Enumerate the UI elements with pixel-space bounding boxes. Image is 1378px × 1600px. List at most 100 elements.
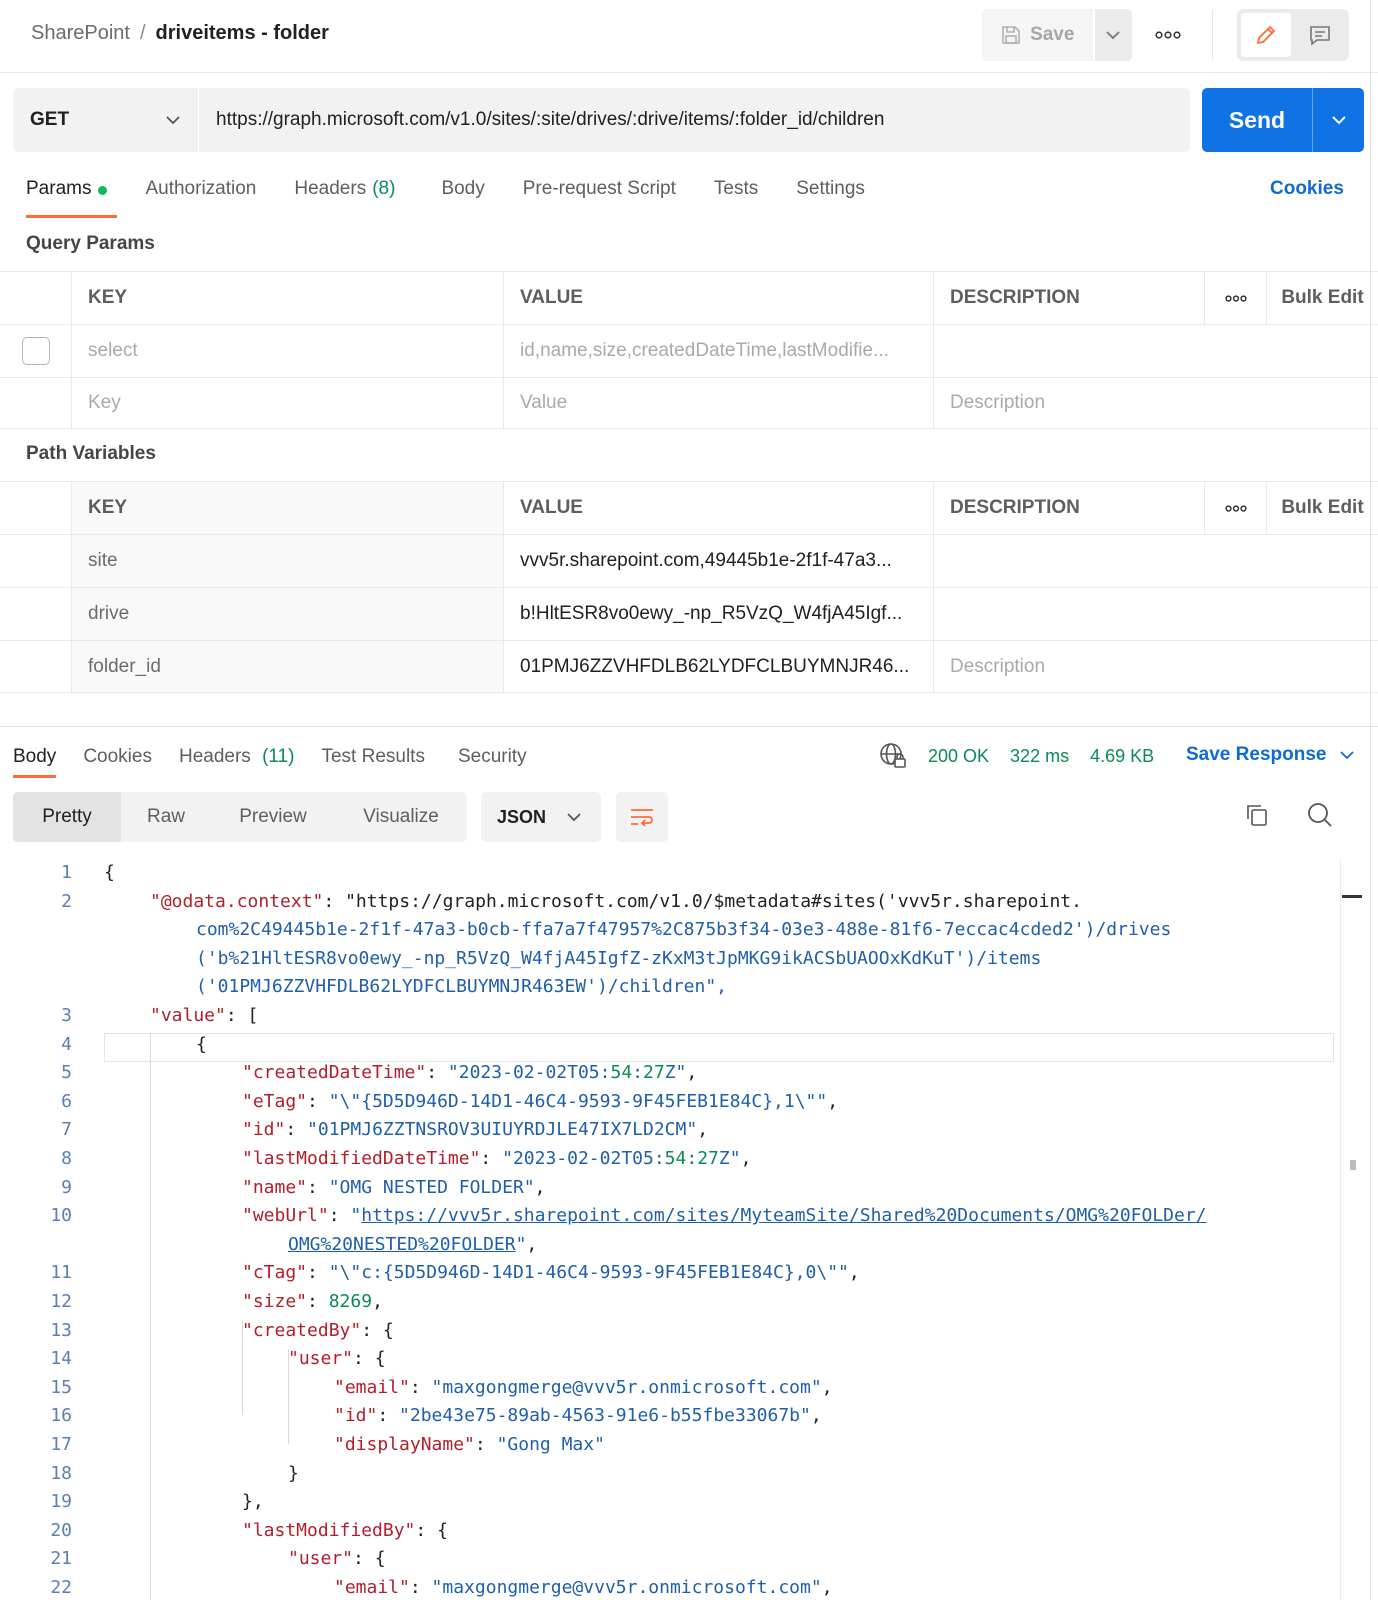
- request-name[interactable]: driveitems - folder: [156, 22, 329, 45]
- comment-icon: [1310, 26, 1330, 46]
- table-row-new: Key Value Description: [0, 377, 1378, 429]
- more-actions-button[interactable]: [1150, 22, 1186, 48]
- tab-prerequest-script[interactable]: Pre-request Script: [523, 178, 676, 218]
- tab-settings[interactable]: Settings: [796, 178, 865, 218]
- description-column-header: DESCRIPTION: [933, 482, 1204, 534]
- request-tabs: Params Authorization Headers (8) Body Pr…: [26, 178, 903, 218]
- param-enable-checkbox[interactable]: [21, 337, 50, 365]
- globe-lock-icon[interactable]: [879, 742, 907, 770]
- path-value-input[interactable]: b!HltESR8vo0ewy_-np_R5VzQ_W4fjA45Igf...: [503, 588, 933, 640]
- query-params-table: KEY VALUE DESCRIPTION Bulk Edit select i…: [0, 271, 1378, 429]
- code-text: "eTag": "\"{5D5D946D-14D1-46C4-9593-9F45…: [242, 1090, 839, 1112]
- line-number: 22: [50, 1577, 72, 1598]
- tab-security[interactable]: Security: [458, 746, 527, 778]
- chevron-down-icon: [1340, 750, 1355, 759]
- tab-test-results[interactable]: Test Results: [321, 746, 424, 778]
- path-value-input[interactable]: vvv5r.sharepoint.com,49445b1e-2f1f-47a3.…: [503, 535, 933, 587]
- tab-raw[interactable]: Raw: [121, 792, 211, 842]
- line-number: 5: [61, 1062, 72, 1084]
- search-button[interactable]: [1307, 802, 1333, 833]
- tab-authorization-label: Authorization: [145, 178, 257, 199]
- tab-authorization[interactable]: Authorization: [145, 178, 256, 218]
- code-text: "size": 8269,: [242, 1291, 383, 1312]
- tab-visualize[interactable]: Visualize: [335, 792, 467, 842]
- tab-params[interactable]: Params: [26, 178, 118, 218]
- code-text: "@odata.context": "https://graph.microso…: [150, 890, 1082, 912]
- tab-pretty[interactable]: Pretty: [13, 792, 121, 842]
- more-horizontal-icon: [1224, 294, 1247, 302]
- line-number: 20: [50, 1519, 72, 1541]
- param-key-input[interactable]: select: [71, 325, 503, 377]
- save-button[interactable]: Save: [982, 9, 1093, 61]
- line-number: 16: [50, 1405, 72, 1427]
- path-key: site: [71, 535, 503, 587]
- save-response-button[interactable]: Save Response: [1186, 744, 1355, 766]
- tab-body[interactable]: Body: [441, 178, 484, 218]
- path-description-input[interactable]: Description: [933, 641, 1204, 692]
- cookies-link[interactable]: Cookies: [1270, 178, 1344, 200]
- path-description-input[interactable]: [933, 535, 1204, 587]
- chevron-down-icon: [567, 812, 581, 821]
- row-checkbox-cell: [0, 325, 71, 377]
- status-code[interactable]: 200 OK: [928, 746, 989, 767]
- path-description-input[interactable]: [933, 588, 1204, 640]
- save-options-button[interactable]: [1094, 9, 1132, 61]
- line-number: 7: [61, 1119, 72, 1141]
- code-text: "createdDateTime": "2023-02-02T05:54:27Z…: [242, 1062, 698, 1084]
- breadcrumb-collection[interactable]: SharePoint: [31, 22, 130, 45]
- tab-preview[interactable]: Preview: [211, 792, 335, 842]
- editor-scrollbar[interactable]: [1340, 858, 1341, 1600]
- line-number: 15: [50, 1376, 72, 1398]
- tab-headers[interactable]: Headers (8): [294, 178, 395, 218]
- table-row: folder_id 01PMJ6ZZVHFDLB62LYDFCLBUYMNJR4…: [0, 640, 1378, 693]
- line-number: 9: [61, 1176, 72, 1198]
- param-description-input[interactable]: [933, 325, 1204, 377]
- scrollbar-thumb[interactable]: [1350, 1160, 1356, 1170]
- send-options-button[interactable]: [1312, 88, 1364, 152]
- bulk-edit-button[interactable]: Bulk Edit: [1266, 482, 1378, 534]
- tab-response-headers[interactable]: Headers (11): [179, 746, 295, 778]
- method-select[interactable]: GET: [13, 88, 198, 152]
- tab-params-label: Params: [26, 178, 92, 199]
- copy-button[interactable]: [1244, 802, 1270, 833]
- code-text: ('01PMJ6ZZVHFDLB62LYDFCLBUYMNJR463EW')/c…: [196, 976, 728, 998]
- path-value-input[interactable]: 01PMJ6ZZVHFDLB62LYDFCLBUYMNJR46...: [503, 641, 933, 692]
- wrap-lines-button[interactable]: [616, 792, 668, 842]
- column-options-button[interactable]: [1204, 482, 1266, 534]
- code-text: }: [288, 1462, 299, 1484]
- send-button[interactable]: Send: [1202, 107, 1312, 134]
- pencil-icon: [1256, 25, 1276, 45]
- comments-button[interactable]: [1295, 13, 1345, 57]
- tab-response-body[interactable]: Body: [13, 746, 57, 778]
- line-number: 19: [50, 1491, 72, 1513]
- line-number: 3: [61, 1005, 72, 1026]
- format-select[interactable]: JSON: [481, 792, 601, 842]
- line-number: 11: [50, 1262, 72, 1284]
- send-button-group: Send: [1202, 88, 1364, 152]
- column-options-button[interactable]: [1204, 272, 1266, 324]
- url-input[interactable]: https://graph.microsoft.com/v1.0/sites/:…: [199, 88, 1190, 152]
- bulk-edit-button[interactable]: Bulk Edit: [1266, 272, 1378, 324]
- new-key-input[interactable]: Key: [71, 378, 503, 428]
- key-column-header: KEY: [71, 482, 503, 534]
- code-text: "lastModifiedDateTime": "2023-02-02T05:5…: [242, 1148, 752, 1169]
- code-text: "displayName": "Gong Max": [334, 1434, 605, 1455]
- new-description-input[interactable]: Description: [933, 378, 1204, 428]
- line-number: 1: [61, 862, 72, 883]
- response-body-editor[interactable]: 1 {2 "@odata.context": "https://graph.micr…: [0, 858, 1336, 1600]
- response-time[interactable]: 322 ms: [1010, 746, 1069, 767]
- tab-response-cookies[interactable]: Cookies: [83, 746, 152, 778]
- param-value-input[interactable]: id,name,size,createdDateTime,lastModifie…: [503, 325, 933, 377]
- pane-divider[interactable]: [0, 726, 1378, 727]
- row-checkbox-cell: [0, 378, 71, 428]
- breadcrumb: SharePoint / driveitems - folder: [31, 22, 329, 45]
- response-size[interactable]: 4.69 KB: [1090, 746, 1154, 767]
- new-value-input[interactable]: Value: [503, 378, 933, 428]
- tab-tests[interactable]: Tests: [714, 178, 758, 218]
- breadcrumb-separator: /: [139, 22, 146, 44]
- tab-response-body-label: Body: [13, 746, 57, 767]
- code-text: "createdBy": {: [242, 1319, 394, 1341]
- checkbox-column-header: [0, 272, 71, 324]
- edit-mode-button[interactable]: [1241, 13, 1291, 57]
- line-number: 18: [50, 1462, 72, 1484]
